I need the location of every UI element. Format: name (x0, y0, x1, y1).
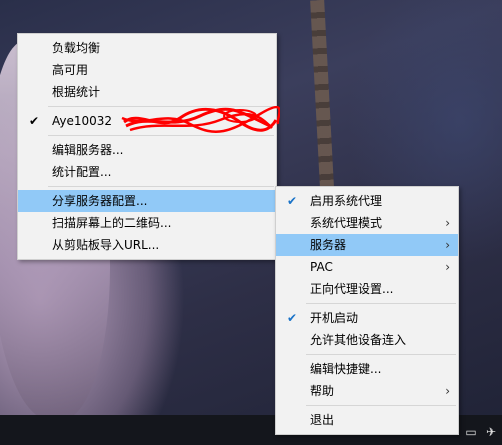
menu-item-allow-lan[interactable]: 允许其他设备连入 (276, 329, 458, 351)
menu-item-label: 扫描屏幕上的二维码... (52, 216, 172, 230)
menu-item-proxy-mode[interactable]: 系统代理模式 › (276, 212, 458, 234)
menu-separator (306, 354, 456, 355)
check-icon: ✔ (28, 114, 40, 128)
menu-item-label: 高可用 (52, 63, 89, 77)
menu-item-label: PAC (310, 260, 333, 274)
menu-item-import-url[interactable]: 从剪贴板导入URL... (18, 234, 276, 256)
redaction-scribble (121, 106, 280, 133)
chevron-right-icon: › (445, 260, 450, 274)
menu-item-label: 系统代理模式 (310, 216, 383, 230)
menu-item-server-aye10032[interactable]: ✔ Aye10032 (18, 106, 280, 133)
menu-item-label: 服务器 (310, 238, 347, 252)
menu-item-label: 启用系统代理 (310, 194, 383, 208)
menu-item-help[interactable]: 帮助 › (276, 380, 458, 402)
menu-item-enable-system-proxy[interactable]: ✔ 启用系统代理 (276, 190, 458, 212)
menu-separator (48, 186, 274, 187)
chevron-right-icon: › (445, 238, 450, 252)
network-icon[interactable]: ▭ (464, 425, 478, 439)
menu-item-label: 根据统计 (52, 85, 101, 99)
menu-item-quit[interactable]: 退出 (276, 409, 458, 431)
menu-item-label: 允许其他设备连入 (310, 333, 407, 347)
menu-item-label: 负载均衡 (52, 41, 101, 55)
menu-item-pac[interactable]: PAC › (276, 256, 458, 278)
server-name-label: Aye10032 (52, 114, 113, 128)
app-tray-icon[interactable]: ✈ (484, 425, 498, 439)
menu-item-share-server-config[interactable]: 分享服务器配置... (18, 190, 276, 212)
menu-item-label: 统计配置... (52, 165, 112, 179)
tray-context-menu: ✔ 启用系统代理 系统代理模式 › 服务器 › PAC › 正向代理设置... … (275, 186, 459, 435)
menu-item-edit-hotkeys[interactable]: 编辑快捷键... (276, 358, 458, 380)
menu-item-label: 分享服务器配置... (52, 194, 148, 208)
menu-item-by-statistics[interactable]: 根据统计 (18, 81, 276, 103)
check-icon: ✔ (286, 311, 298, 325)
menu-item-high-availability[interactable]: 高可用 (18, 59, 276, 81)
menu-item-servers[interactable]: 服务器 › (276, 234, 458, 256)
menu-item-label: 编辑快捷键... (310, 362, 382, 376)
menu-item-statistics-config[interactable]: 统计配置... (18, 161, 276, 183)
menu-item-load-balance[interactable]: 负载均衡 (18, 37, 276, 59)
menu-separator (306, 405, 456, 406)
menu-item-label: 正向代理设置... (310, 282, 394, 296)
check-icon: ✔ (286, 194, 298, 208)
menu-item-autostart[interactable]: ✔ 开机启动 (276, 307, 458, 329)
menu-item-scan-qr[interactable]: 扫描屏幕上的二维码... (18, 212, 276, 234)
server-submenu: 负载均衡 高可用 根据统计 ✔ Aye10032 编辑服务器... 统计配置..… (17, 33, 280, 260)
chevron-right-icon: › (445, 216, 450, 230)
menu-item-edit-servers[interactable]: 编辑服务器... (18, 139, 276, 161)
menu-item-forward-proxy[interactable]: 正向代理设置... (276, 278, 458, 300)
chevron-right-icon: › (445, 384, 450, 398)
menu-item-label: 帮助 (310, 384, 335, 398)
menu-separator (306, 303, 456, 304)
menu-item-label: 编辑服务器... (52, 143, 124, 157)
menu-item-label: 开机启动 (310, 311, 359, 325)
menu-item-label: 退出 (310, 413, 335, 427)
menu-item-label: 从剪贴板导入URL... (52, 238, 160, 252)
